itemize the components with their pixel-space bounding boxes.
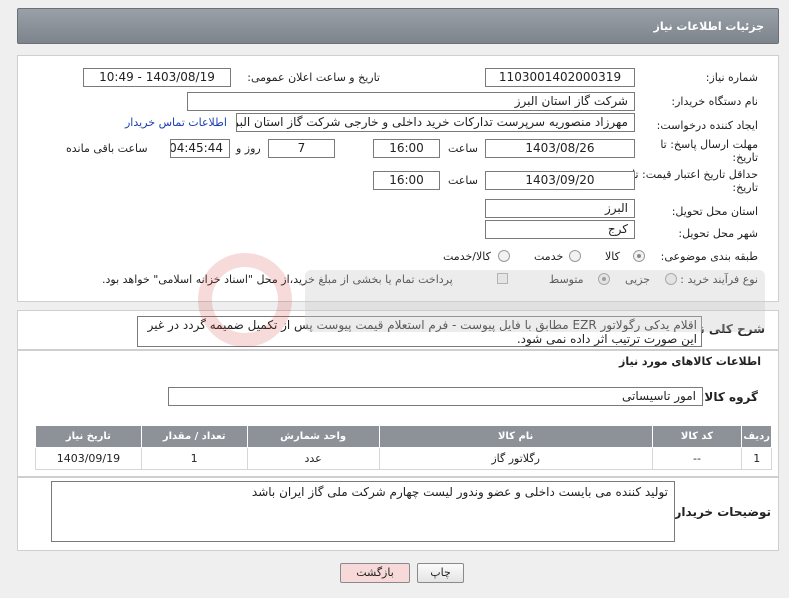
goods-section-title: اطلاعات کالاهای مورد نیاز — [619, 355, 761, 368]
col-header-quantity: تعداد / مقدار — [140, 425, 248, 448]
buyer-notes-text: تولید کننده می بایست داخلی و عضو وندور ل… — [51, 481, 675, 542]
city-label: شهر محل تحویل: — [678, 227, 758, 240]
requester-label: ایجاد کننده درخواست: — [656, 119, 758, 132]
price-validity-time-field: 16:00 — [373, 171, 440, 190]
col-header-item-code: کد کالا — [651, 425, 743, 448]
category-service-label: خدمت — [534, 250, 564, 263]
process-minor-radio[interactable] — [665, 273, 677, 285]
buyer-org-field: شرکت گاز استان البرز — [187, 92, 635, 111]
buyer-contact-link[interactable]: اطلاعات تماس خریدار — [125, 116, 227, 129]
remaining-time-label: ساعت باقی مانده — [66, 142, 148, 155]
table-row: 1 -- رگلاتور گاز عدد 1 1403/09/19 — [35, 447, 772, 470]
process-label: نوع فرآیند خرید : — [680, 273, 758, 286]
deadline-days-field: 7 — [268, 139, 335, 158]
goods-group-field: امور تاسیساتی — [168, 387, 703, 406]
deadline-days-label: روز و — [236, 142, 261, 155]
col-header-row-number: ردیف — [741, 425, 772, 448]
back-button[interactable]: بازگشت — [340, 563, 410, 583]
category-label: طبقه بندی موضوعی: — [660, 250, 758, 263]
treasury-payment-note: پرداخت تمام یا بخشی از مبلغ خرید،از محل … — [102, 273, 453, 286]
buyer-org-label: نام دستگاه خریدار: — [671, 95, 758, 108]
deadline-time-label: ساعت — [448, 142, 478, 155]
city-field: کرج — [485, 220, 635, 239]
item-code-cell: -- — [651, 447, 743, 470]
description-text: اقلام یدکی رگولاتور EZR مطابق با فایل پی… — [137, 316, 702, 347]
price-validity-date-field: 1403/09/20 — [485, 171, 635, 190]
page-header: جزئیات اطلاعات نیاز — [17, 8, 779, 44]
need-number-label: شماره نیاز: — [705, 71, 758, 84]
price-validity-date-label: تاریخ: — [732, 181, 758, 194]
goods-group-label: گروه کالا: — [699, 390, 758, 404]
col-header-item-name: نام کالا — [378, 425, 653, 448]
price-validity-label: حداقل تاریخ اعتبار قیمت: تا — [632, 168, 758, 181]
price-validity-time-label: ساعت — [448, 174, 478, 187]
print-button[interactable]: چاپ — [417, 563, 464, 583]
need-number-field: 1103001402000319 — [485, 68, 635, 87]
row-number-cell: 1 — [741, 447, 772, 470]
province-label: استان محل تحویل: — [671, 205, 758, 218]
unit-cell: عدد — [246, 447, 380, 470]
goods-table: ردیف کد کالا نام کالا واحد شمارش تعداد /… — [35, 425, 772, 470]
category-goods-radio[interactable] — [633, 250, 645, 262]
buyer-notes-label: توضیحات خریدار: — [669, 505, 771, 519]
item-name-cell: رگلاتور گاز — [378, 447, 653, 470]
category-goods-service-label: کالا/خدمت — [443, 250, 491, 263]
quantity-cell: 1 — [140, 447, 248, 470]
col-header-need-date: تاریخ نیاز — [35, 425, 142, 448]
deadline-label: مهلت ارسال پاسخ: تا — [660, 138, 758, 151]
requester-field: مهرزاد منصوریه سرپرست تدارکات خرید داخلی… — [236, 113, 635, 132]
need-date-cell: 1403/09/19 — [35, 447, 142, 470]
remaining-time-field: 04:45:44 — [170, 139, 230, 158]
deadline-date-label: تاریخ: — [732, 151, 758, 164]
announce-datetime-field: 1403/08/19 - 10:49 — [83, 68, 231, 87]
treasury-payment-checkbox[interactable] — [497, 273, 508, 284]
page-title: جزئیات اطلاعات نیاز — [653, 20, 765, 33]
category-service-radio[interactable] — [569, 250, 581, 262]
province-field: البرز — [485, 199, 635, 218]
deadline-date-field: 1403/08/26 — [485, 139, 635, 158]
goods-table-header-row: ردیف کد کالا نام کالا واحد شمارش تعداد /… — [35, 425, 772, 448]
col-header-unit: واحد شمارش — [246, 425, 380, 448]
announce-datetime-label: تاریخ و ساعت اعلان عمومی: — [247, 71, 380, 84]
process-medium-label: متوسط — [549, 273, 584, 286]
deadline-time-field: 16:00 — [373, 139, 440, 158]
process-minor-label: جزیی — [625, 273, 651, 286]
category-goods-label: کالا — [605, 250, 620, 263]
category-goods-service-radio[interactable] — [498, 250, 510, 262]
process-medium-radio[interactable] — [598, 273, 610, 285]
